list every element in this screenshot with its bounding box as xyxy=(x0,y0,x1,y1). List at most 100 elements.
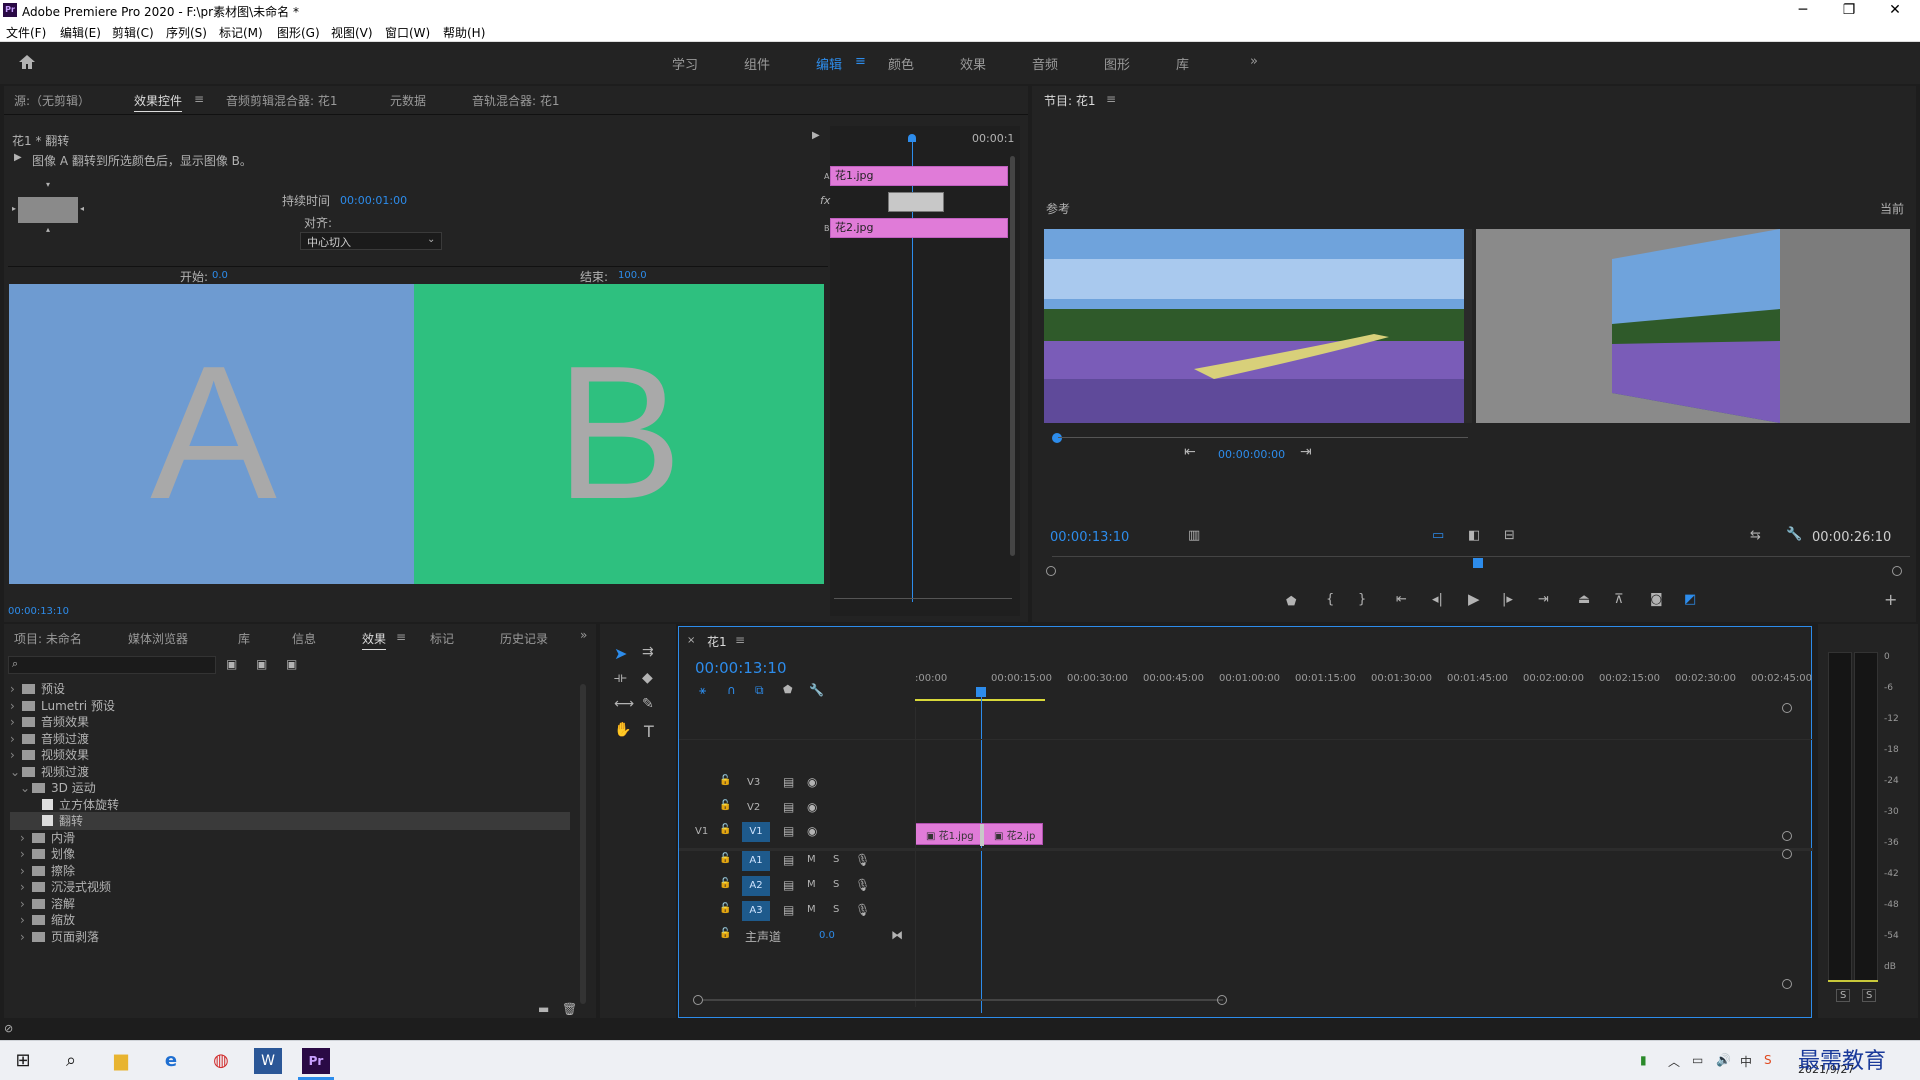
menu-file[interactable]: 文件(F) xyxy=(6,24,46,41)
workspace-menu-icon[interactable]: ≡ xyxy=(855,54,866,69)
go-to-out-point-icon[interactable]: ⇥ xyxy=(1538,592,1549,607)
program-timecode[interactable]: 00:00:13:10 xyxy=(1050,530,1129,545)
new-bin-icon[interactable]: ▬ xyxy=(538,1002,549,1016)
effects-tree-item[interactable]: › 预设 xyxy=(10,680,570,698)
lock-icon[interactable]: 🔓 xyxy=(719,853,731,864)
tab-audio-track-mixer[interactable]: 音轨混合器: 花1 xyxy=(472,92,560,109)
search-icon[interactable]: ⌕ xyxy=(56,1047,86,1075)
effects-tree-item[interactable]: ⌄ 3D 运动 xyxy=(20,779,570,797)
effects-tree-item[interactable]: › 音频效果 xyxy=(10,713,570,731)
type-tool-icon[interactable]: T xyxy=(644,722,654,741)
mini-vertical-scrollbar[interactable] xyxy=(1010,156,1015,556)
lock-icon[interactable]: 🔓 xyxy=(719,878,731,889)
solo-button[interactable]: S xyxy=(833,879,839,890)
close-tab-icon[interactable]: × xyxy=(687,635,695,646)
go-to-in-icon[interactable]: ⇤ xyxy=(1184,444,1196,460)
menu-edit[interactable]: 编辑(E) xyxy=(60,24,101,41)
h-scroll-end[interactable] xyxy=(1217,995,1227,1005)
workspace-assembly[interactable]: 组件 xyxy=(744,54,770,73)
effects-tree-item[interactable]: › 视频效果 xyxy=(10,746,570,764)
program-playhead-icon[interactable] xyxy=(1473,558,1483,568)
meter-solo-left[interactable]: S xyxy=(1836,989,1851,1002)
close-button[interactable]: ✕ xyxy=(1872,0,1918,22)
accelerated-effects-icon[interactable]: ▣ xyxy=(226,657,237,671)
premiere-taskbar-icon[interactable]: Pr xyxy=(302,1048,330,1074)
effect-controls-timecode[interactable]: 00:00:13:10 xyxy=(8,606,69,617)
chevron-right-icon[interactable]: › xyxy=(10,732,22,746)
track-target-a3[interactable]: A3 xyxy=(742,901,770,921)
end-value[interactable]: 100.0 xyxy=(618,270,647,281)
step-back-icon[interactable]: ◂| xyxy=(1432,592,1443,607)
network-icon[interactable]: ▭ xyxy=(1692,1053,1703,1067)
razor-tool-icon[interactable]: ◆ xyxy=(642,670,653,686)
v-zoom-top[interactable] xyxy=(1782,703,1792,713)
button-editor-icon[interactable]: + xyxy=(1884,590,1897,609)
chevron-right-icon[interactable]: › xyxy=(10,715,22,729)
lock-icon[interactable]: 🔓 xyxy=(719,928,731,939)
reference-scrub-bar[interactable] xyxy=(1058,437,1468,438)
reference-timecode[interactable]: 00:00:00:00 xyxy=(1218,448,1285,461)
h-scroll-start[interactable] xyxy=(693,995,703,1005)
32bit-effects-icon[interactable]: ▣ xyxy=(256,657,267,671)
show-hidden-icons[interactable]: ︿ xyxy=(1668,1053,1680,1070)
step-forward-icon[interactable]: |▸ xyxy=(1502,592,1513,607)
effects-tree-item[interactable]: 翻转 xyxy=(10,812,570,830)
tab-markers[interactable]: 标记 xyxy=(430,630,454,647)
panel-menu-icon[interactable]: ≡ xyxy=(194,92,204,106)
ripple-edit-tool-icon[interactable]: ⟛ xyxy=(614,670,627,686)
sync-lock-icon[interactable]: ▤ xyxy=(783,853,794,867)
mini-playhead-icon[interactable] xyxy=(908,134,916,142)
timeline-timecode[interactable]: 00:00:13:10 xyxy=(695,659,787,677)
workspace-color[interactable]: 颜色 xyxy=(888,54,914,73)
clip-hua1[interactable]: ▣ 花1.jpg xyxy=(926,827,974,842)
mute-button[interactable]: M xyxy=(807,879,816,890)
export-frame-icon[interactable]: ◙ xyxy=(1650,592,1663,607)
chevron-right-icon[interactable]: › xyxy=(10,748,22,762)
program-scroll-end[interactable] xyxy=(1892,566,1902,576)
slip-tool-icon[interactable]: ⟷ xyxy=(614,696,634,712)
menu-graphics[interactable]: 图形(G) xyxy=(277,24,320,41)
chevron-down-icon[interactable]: ⌄ xyxy=(10,765,22,779)
chevron-right-icon[interactable]: › xyxy=(20,864,32,878)
workspace-learn[interactable]: 学习 xyxy=(672,54,698,73)
word-app-icon[interactable]: W xyxy=(254,1048,282,1074)
mini-transition-block[interactable] xyxy=(888,192,944,212)
maximize-button[interactable]: ❐ xyxy=(1826,0,1872,22)
chevron-down-icon[interactable]: ⌄ xyxy=(20,781,32,795)
menu-help[interactable]: 帮助(H) xyxy=(443,24,485,41)
selection-tool-icon[interactable]: ➤ xyxy=(614,644,627,663)
workspace-graphics[interactable]: 图形 xyxy=(1104,54,1130,73)
eye-icon[interactable]: ◉ xyxy=(807,824,817,838)
workspace-audio[interactable]: 音频 xyxy=(1032,54,1058,73)
chevron-right-icon[interactable]: › xyxy=(20,930,32,944)
chevron-right-icon[interactable]: › xyxy=(20,847,32,861)
source-patch-v1[interactable]: V1 xyxy=(695,826,708,837)
timeline-menu-icon[interactable]: ≡ xyxy=(735,633,745,647)
solo-button[interactable]: S xyxy=(833,904,839,915)
lock-icon[interactable]: 🔓 xyxy=(719,775,731,786)
track-target-v1[interactable]: V1 xyxy=(742,822,770,842)
add-marker-icon[interactable]: ⬟ xyxy=(1286,594,1296,608)
v-zoom-audio-top[interactable] xyxy=(1782,849,1792,859)
battery-icon[interactable]: ▮ xyxy=(1640,1053,1647,1067)
program-title[interactable]: 节目: 花1 xyxy=(1044,92,1096,111)
sogou-icon[interactable]: S xyxy=(1764,1053,1772,1067)
master-volume-value[interactable]: 0.0 xyxy=(819,930,835,941)
lock-icon[interactable]: 🔓 xyxy=(719,824,731,835)
mark-in-icon[interactable]: { xyxy=(1326,592,1334,607)
effects-tree-item[interactable]: › 擦除 xyxy=(20,862,570,880)
workspace-libraries[interactable]: 库 xyxy=(1176,54,1189,73)
program-scroll-start[interactable] xyxy=(1046,566,1056,576)
snap-icon[interactable]: ∩ xyxy=(727,683,736,697)
v-zoom-bottom[interactable] xyxy=(1782,979,1792,989)
solo-button[interactable]: S xyxy=(833,854,839,865)
effects-tree-item[interactable]: › 缩放 xyxy=(20,911,570,929)
mini-clip-b[interactable]: 花2.jpg xyxy=(830,218,1008,238)
effects-tree-item[interactable]: 立方体旋转 xyxy=(30,796,570,814)
track-target-a1[interactable]: A1 xyxy=(742,851,770,871)
side-by-side-icon[interactable]: ▭ xyxy=(1432,528,1444,543)
menu-marker[interactable]: 标记(M) xyxy=(219,24,263,41)
thumb-right-arrow-icon[interactable]: ◂ xyxy=(80,204,84,213)
file-explorer-icon[interactable]: ▆ xyxy=(106,1047,136,1075)
tab-effects[interactable]: 效果 xyxy=(362,630,387,650)
